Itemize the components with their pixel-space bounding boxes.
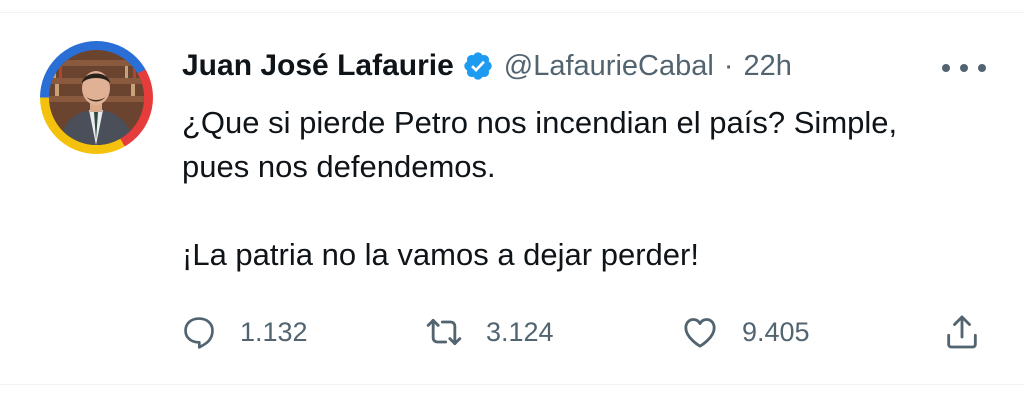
share-button[interactable] <box>942 308 982 356</box>
tweet-text-line: ¿Que si pierde Petro nos incendian el pa… <box>182 105 898 140</box>
top-divider <box>0 12 1024 13</box>
timestamp[interactable]: 22h <box>743 50 791 83</box>
author-handle[interactable]: @LafaurieCabal <box>504 50 714 83</box>
like-count: 9.405 <box>742 316 810 347</box>
like-button[interactable]: 9.405 <box>680 308 810 356</box>
bottom-divider <box>0 384 1024 385</box>
retweet-count: 3.124 <box>486 316 554 347</box>
retweet-button[interactable]: 3.124 <box>424 308 554 356</box>
reply-icon <box>180 313 218 351</box>
verified-badge-icon <box>462 50 494 82</box>
tweet-actions: 1.132 3.124 9.405 <box>180 308 990 356</box>
tweet-header: Juan José Lafaurie @LafaurieCabal · 22h <box>182 46 792 86</box>
avatar[interactable] <box>40 41 153 154</box>
more-dot <box>978 64 986 72</box>
share-icon <box>942 312 982 352</box>
heart-icon <box>680 312 720 352</box>
tweet-text-line: pues nos defendemos. <box>182 149 496 184</box>
more-dot <box>942 64 950 72</box>
retweet-icon <box>424 312 464 352</box>
author-display-name[interactable]: Juan José Lafaurie <box>182 49 454 83</box>
tweet-text: ¿Que si pierde Petro nos incendian el pa… <box>182 101 992 277</box>
reply-count: 1.132 <box>240 316 308 347</box>
reply-button[interactable]: 1.132 <box>180 308 308 356</box>
more-options-icon[interactable] <box>942 58 986 78</box>
more-dot <box>960 64 968 72</box>
tweet-text-line: ¡La patria no la vamos a dejar perder! <box>182 237 699 272</box>
separator-dot: · <box>723 49 734 82</box>
avatar-photo <box>49 50 144 145</box>
